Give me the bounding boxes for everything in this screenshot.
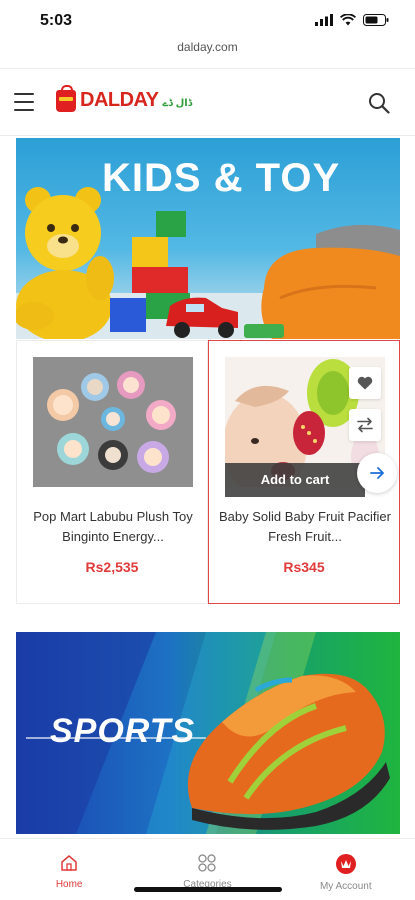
product-price: Rs2,535	[85, 559, 139, 575]
product-name[interactable]: Pop Mart Labubu Plush Toy Binginto Energ…	[27, 507, 199, 547]
banner-title: SPORTS	[50, 712, 196, 750]
logo-subtext: ڈال ڈے	[162, 98, 193, 109]
carousel-next-button[interactable]	[357, 453, 397, 493]
logo-text: DALDAY	[80, 89, 159, 111]
logo-bag-icon	[56, 84, 76, 112]
home-icon	[61, 855, 77, 871]
product-list: Pop Mart Labubu Plush Toy Binginto Energ…	[16, 340, 400, 604]
banner-title: KIDS & TOY	[102, 156, 341, 200]
battery-icon	[363, 14, 389, 26]
menu-icon[interactable]	[14, 93, 34, 111]
categories-icon	[198, 854, 217, 872]
product-price: Rs345	[283, 559, 325, 575]
nav-label: My Account	[319, 881, 372, 892]
site-logo[interactable]: DALDAY ڈال ڈے	[56, 84, 193, 112]
product-name[interactable]: Baby Solid Baby Fruit Pacifier Fresh Fru…	[219, 507, 391, 547]
home-indicator	[134, 887, 282, 892]
signal-icon	[315, 14, 333, 26]
wifi-icon	[340, 14, 356, 26]
nav-my-account[interactable]: My Account	[286, 839, 406, 900]
nav-label: Home	[55, 879, 83, 890]
product-image[interactable]	[33, 357, 193, 487]
arrow-right-icon	[370, 467, 384, 479]
kids-toy-banner[interactable]: KIDS & TOY	[16, 138, 400, 339]
url-bar[interactable]: dalday.com	[0, 40, 415, 54]
account-icon	[335, 854, 356, 874]
status-icons	[315, 14, 389, 26]
nav-home[interactable]: Home	[9, 839, 129, 900]
site-header: DALDAY ڈال ڈے	[0, 68, 415, 136]
wishlist-button[interactable]	[349, 367, 381, 399]
sports-banner[interactable]: SPORTS	[16, 632, 400, 834]
compare-arrows-icon	[357, 417, 373, 433]
status-time: 5:03	[40, 12, 73, 29]
search-icon[interactable]	[367, 91, 391, 115]
heart-icon	[357, 376, 373, 390]
product-card[interactable]: Pop Mart Labubu Plush Toy Binginto Energ…	[16, 340, 208, 604]
add-to-cart-button[interactable]: Add to cart	[225, 463, 365, 497]
compare-button[interactable]	[349, 409, 381, 441]
status-bar: 5:03	[0, 0, 415, 40]
